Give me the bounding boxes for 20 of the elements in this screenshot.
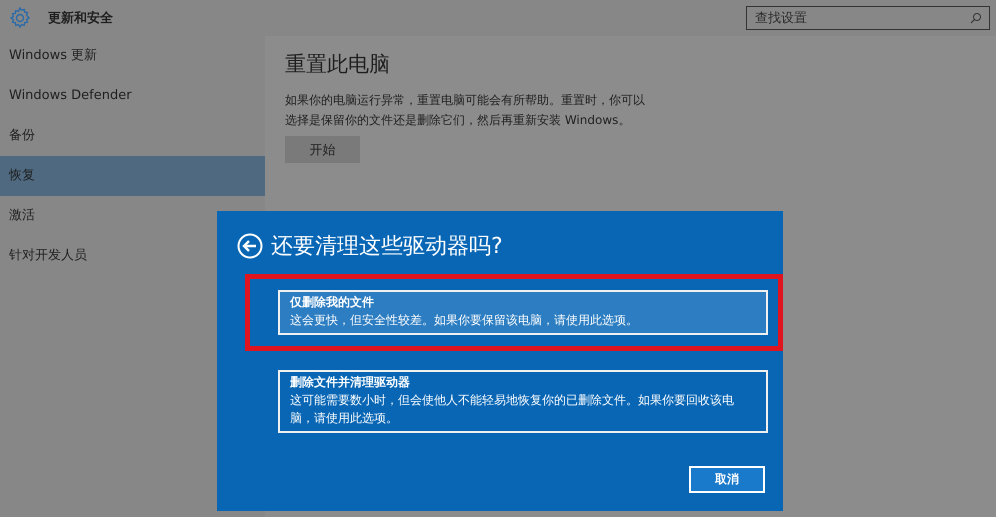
section-description: 如果你的电脑运行异常，重置电脑可能会有所帮助。重置时，你可以选择是保留你的文件还是删除它们，然后再重新安装 Windows。 [285,92,646,129]
option-card[interactable]: 仅删除我的文件 这会更快，但安全性较差。如果你要保留该电脑，请使用此选项。 [278,290,768,335]
search-icon [970,12,982,24]
search-field[interactable]: 查找设置 [746,6,990,30]
dialog-title: 还要清理这些驱动器吗? [271,233,503,261]
option-description: 这可能需要数小时，但会使他人不能轻易地恢复你的已删除文件。如果你要回收该电脑，请使用此选项。 [290,392,735,427]
option-card[interactable]: 删除文件并清理驱动器 这可能需要数小时，但会使他人不能轻易地恢复你的已删除文件。如果你要回收该电脑，请使用此选项。 [278,370,768,433]
option-description: 这会更快，但安全性较差。如果你要保留该电脑，请使用此选项。 [290,312,639,329]
option-title: 删除文件并清理驱动器 [290,374,411,391]
sidebar-item[interactable]: Windows Defender [0,76,265,116]
back-icon[interactable] [237,233,263,259]
page-title: 更新和安全 [48,10,113,27]
option-title: 仅删除我的文件 [290,294,375,311]
sidebar-item[interactable]: Windows 更新 [0,36,265,76]
settings-icon [8,6,32,30]
sidebar-item[interactable]: 备份 [0,116,265,156]
sidebar-item[interactable]: 恢复 [0,156,265,196]
section-heading: 重置此电脑 [285,51,391,78]
start-button[interactable]: 开始 [285,136,360,163]
cancel-button[interactable]: 取消 [689,466,765,493]
